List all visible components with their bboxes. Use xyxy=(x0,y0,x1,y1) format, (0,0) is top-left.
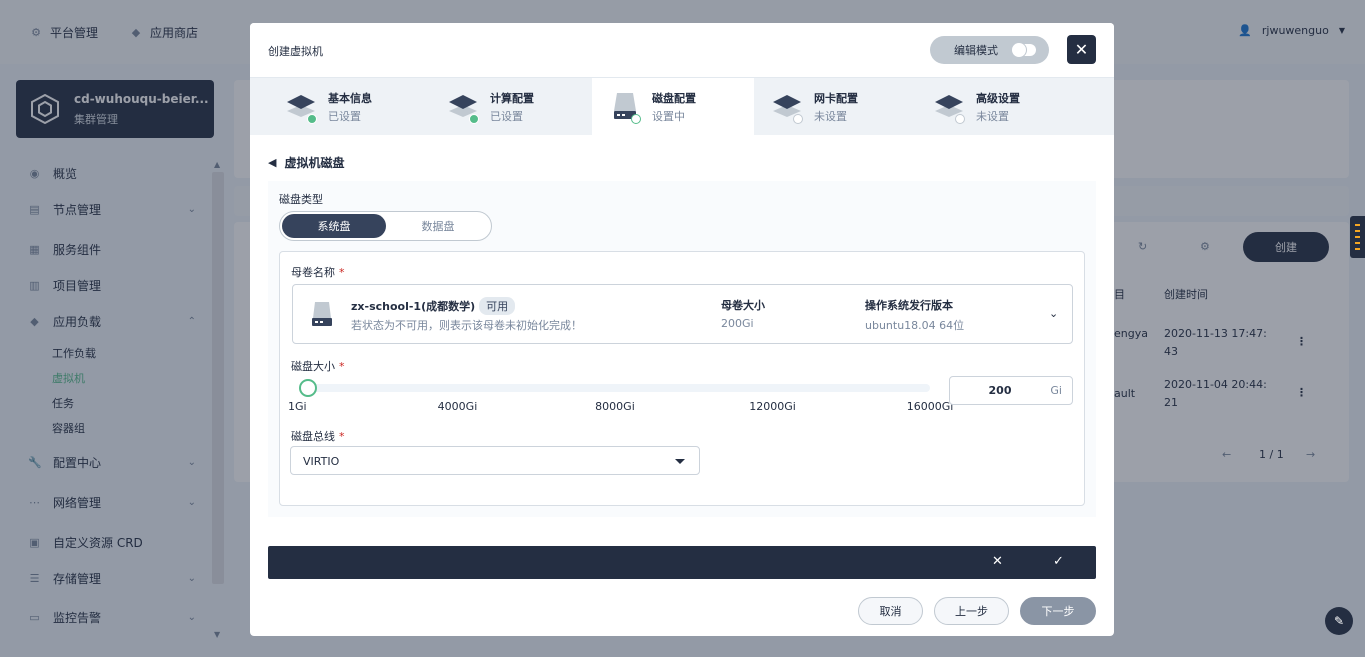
volume-desc: 若状态为不可用，则表示该母卷未初始化完成！ xyxy=(351,319,582,332)
required-mark: * xyxy=(339,360,345,373)
volume-os-value: ubuntu18.04 64位 xyxy=(865,319,965,332)
required-mark: * xyxy=(339,266,345,279)
required-mark: * xyxy=(339,430,345,443)
disk-size-input[interactable]: 200 Gi xyxy=(949,376,1073,405)
step-status-dot xyxy=(307,114,317,124)
disk-size-slider[interactable] xyxy=(300,384,930,392)
step-status-dot xyxy=(469,114,479,124)
prev-button[interactable]: 上一步 xyxy=(934,597,1009,625)
widget-bar xyxy=(1355,242,1360,244)
section-title[interactable]: ◀ 虚拟机磁盘 xyxy=(268,154,344,171)
edit-mode-toggle[interactable]: 编辑模式 xyxy=(930,36,1049,64)
disk-type-system[interactable]: 系统盘 xyxy=(282,214,386,238)
step-status-dot xyxy=(793,114,803,124)
disk-form: 磁盘类型 系统盘 数据盘 母卷名称 * zx-school-1(成都数学) 可用 … xyxy=(268,181,1096,517)
volume-size-label: 母卷大小 xyxy=(721,299,765,312)
hammer-icon: ✎ xyxy=(1333,614,1345,628)
side-widget[interactable] xyxy=(1350,216,1365,258)
caret-down-icon xyxy=(675,459,685,464)
back-arrow-icon[interactable]: ◀ xyxy=(268,156,276,169)
step-status-dot xyxy=(631,114,641,124)
cancel-button[interactable]: 取消 xyxy=(858,597,923,625)
close-icon[interactable]: ✕ xyxy=(992,554,1003,569)
step-compute[interactable]: 计算配置 已设置 xyxy=(412,78,574,135)
bus-select[interactable]: VIRTIO xyxy=(290,446,700,475)
widget-bar xyxy=(1355,230,1360,232)
steps-bar: 基本信息 已设置 计算配置 已设置 磁盘配置 设置中 网卡配置 未设置 高级设置… xyxy=(250,78,1114,135)
step-basic-info[interactable]: 基本信息 已设置 xyxy=(250,78,412,135)
disk-settings-box: 母卷名称 * zx-school-1(成都数学) 可用 若状态为不可用，则表示该母… xyxy=(279,251,1085,506)
slider-tick-label: 12000Gi xyxy=(749,400,796,413)
volume-name: zx-school-1(成都数学) 可用 xyxy=(351,297,516,315)
slider-tick-label: 16000Gi xyxy=(906,400,954,413)
check-icon[interactable]: ✓ xyxy=(1053,554,1064,569)
slider-handle[interactable] xyxy=(298,379,317,397)
bus-label: 磁盘总线 * xyxy=(291,430,345,443)
slider-tick-label: 4000Gi xyxy=(437,400,478,413)
disk-type-label: 磁盘类型 xyxy=(279,193,323,206)
confirm-bar: ✕ ✓ xyxy=(268,546,1096,579)
close-button[interactable]: ✕ xyxy=(1067,35,1096,64)
disk-type-segmented: 系统盘 数据盘 xyxy=(279,211,492,241)
disk-type-data[interactable]: 数据盘 xyxy=(386,214,490,238)
toggle-switch[interactable] xyxy=(1012,43,1036,57)
widget-bar xyxy=(1355,248,1360,250)
status-badge: 可用 xyxy=(479,297,516,315)
disk-size-label: 磁盘大小 * xyxy=(291,360,345,373)
chevron-down-icon: ⌄ xyxy=(1049,307,1059,320)
slider-tick-label: 8000Gi xyxy=(595,400,635,413)
tools-button[interactable]: ✎ xyxy=(1325,607,1353,635)
close-icon: ✕ xyxy=(1074,40,1089,59)
next-button[interactable]: 下一步 xyxy=(1020,597,1096,625)
modal-title: 创建虚拟机 xyxy=(268,45,323,58)
modal-header: 创建虚拟机 编辑模式 ✕ xyxy=(250,23,1114,78)
volume-size-value: 200Gi xyxy=(721,317,754,330)
step-disk[interactable]: 磁盘配置 设置中 xyxy=(592,78,754,135)
volume-select[interactable]: zx-school-1(成都数学) 可用 若状态为不可用，则表示该母卷未初始化完… xyxy=(292,284,1073,344)
create-vm-modal: 创建虚拟机 编辑模式 ✕ 基本信息 已设置 计算配置 已设置 磁盘配置 设置中 xyxy=(250,23,1114,636)
step-status-dot xyxy=(955,114,965,124)
step-nic[interactable]: 网卡配置 未设置 xyxy=(736,78,898,135)
slider-tick-label: 1Gi xyxy=(288,400,307,413)
volume-label: 母卷名称 * xyxy=(291,266,345,279)
volume-os-label: 操作系统发行版本 xyxy=(865,299,953,312)
widget-bar xyxy=(1355,224,1360,226)
widget-bar xyxy=(1355,236,1360,238)
step-advanced[interactable]: 高级设置 未设置 xyxy=(898,78,1060,135)
disk-icon xyxy=(312,302,332,326)
